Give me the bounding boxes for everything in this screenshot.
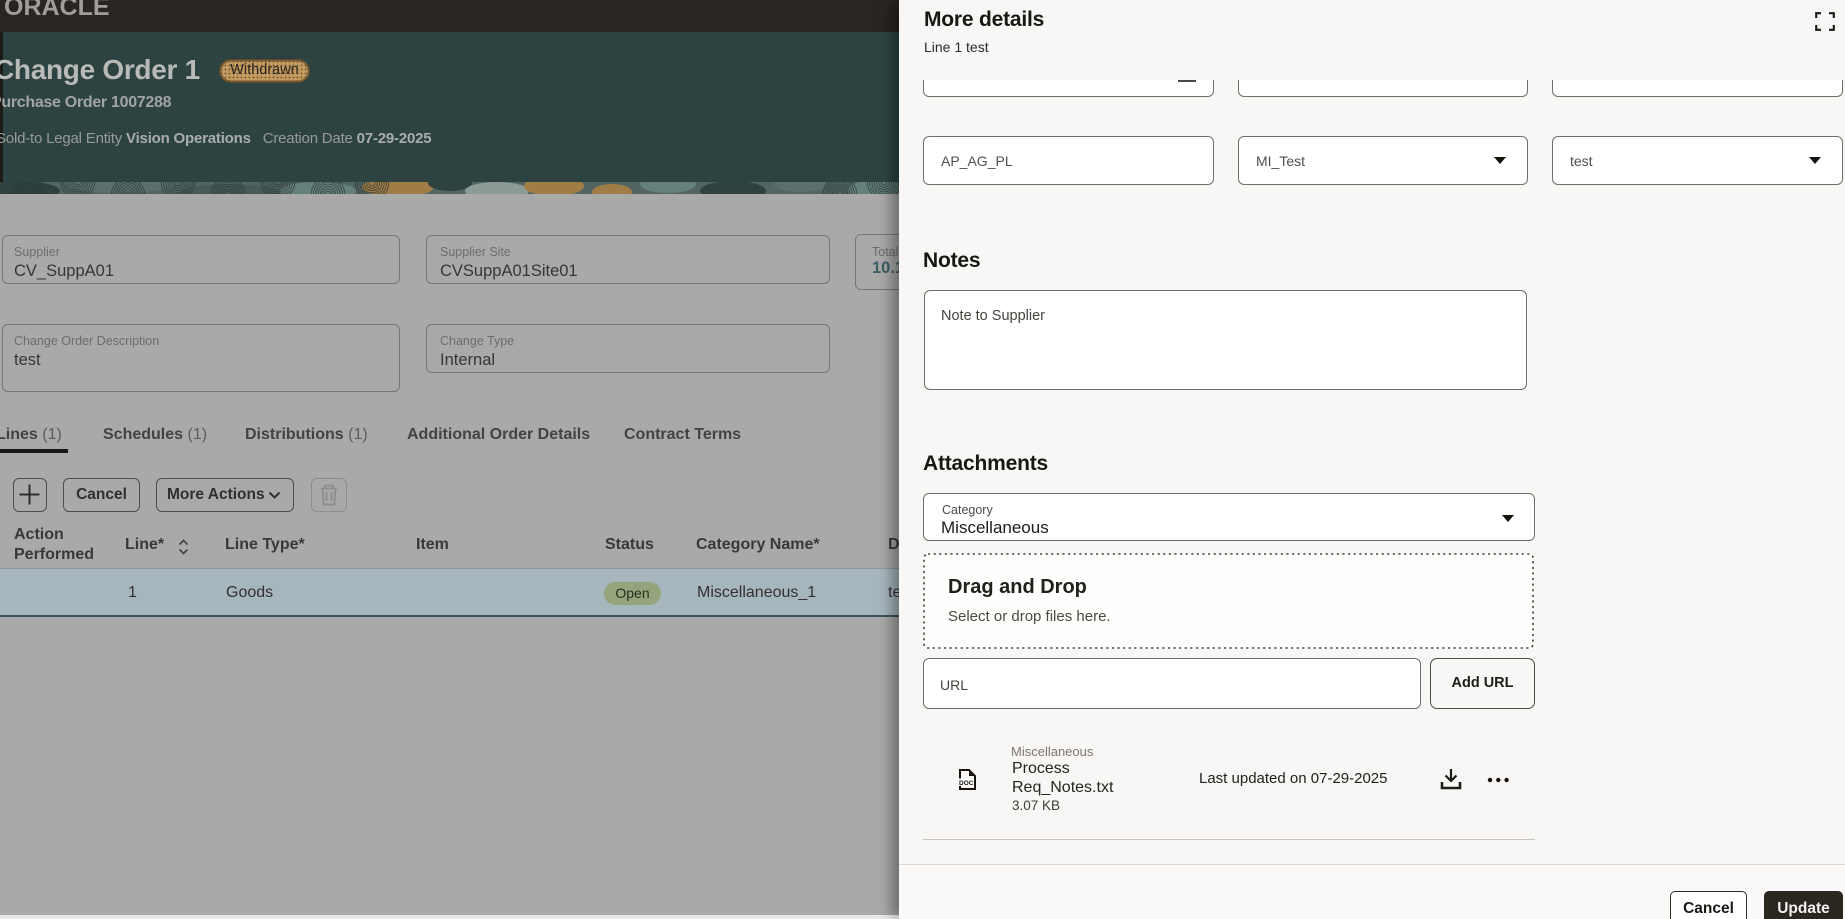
svg-text:DOC: DOC — [959, 780, 974, 787]
